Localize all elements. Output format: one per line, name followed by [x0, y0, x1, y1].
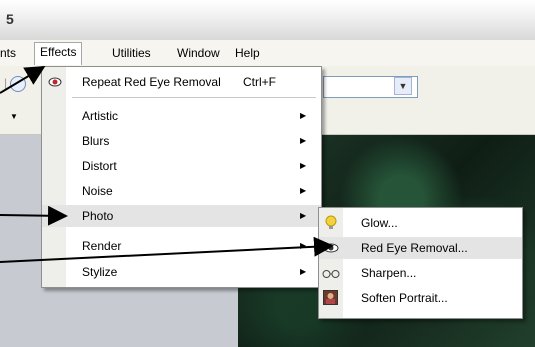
menu-item-help[interactable]: Help — [235, 46, 260, 60]
submenu-arrow-icon: ▶ — [300, 161, 307, 170]
repeat-label: Repeat Red Eye Removal — [82, 75, 221, 89]
submenu-arrow-icon: ▶ — [300, 211, 307, 220]
photo-submenu: Glow... Red Eye Removal... Sharpen... So… — [318, 207, 523, 319]
eye-icon — [323, 242, 339, 257]
menu-label: Red Eye Removal... — [361, 241, 468, 255]
menu-label: Stylize — [82, 265, 118, 279]
menu-label: Photo — [82, 209, 114, 223]
submenu-arrow-icon: ▶ — [300, 111, 307, 120]
menu-label: Distort — [82, 159, 117, 173]
chevron-down-icon[interactable]: ▼ — [394, 77, 412, 95]
menu-item-glow[interactable]: Glow... — [319, 212, 522, 234]
menu-item-repeat[interactable]: Repeat Red Eye Removal Ctrl+F — [42, 71, 321, 93]
menu-item-artistic[interactable]: Artistic ▶ — [42, 105, 321, 127]
menu-label: Render — [82, 239, 122, 253]
submenu-arrow-icon: ▶ — [300, 267, 307, 276]
menu-label: Noise — [82, 184, 113, 198]
menu-label: Glow... — [361, 216, 398, 230]
menu-label: Blurs — [82, 134, 110, 148]
submenu-arrow-icon: ▶ — [300, 136, 307, 145]
menu-item-effects[interactable]: Effects — [34, 42, 83, 65]
submenu-arrow-icon: ▶ — [300, 241, 307, 250]
menu-item-soften-portrait[interactable]: Soften Portrait... — [319, 287, 522, 309]
menu-item-distort[interactable]: Distort ▶ — [42, 155, 321, 177]
menu-item-utilities[interactable]: Utilities — [112, 46, 151, 60]
menu-item-stylize[interactable]: Stylize ▶ — [42, 261, 321, 283]
tool-dropdown-icon[interactable]: ▼ — [10, 112, 18, 121]
window-title: 5 — [6, 11, 14, 27]
submenu-arrow-icon: ▶ — [300, 186, 307, 195]
effects-menu: Repeat Red Eye Removal Ctrl+F Artistic ▶… — [41, 66, 322, 288]
menu-separator — [72, 97, 316, 98]
menu-label: Soften Portrait... — [361, 291, 448, 305]
zoom-icon[interactable] — [10, 76, 26, 92]
menu-bar: nts Effects Utilities Window Help — [0, 40, 535, 66]
menu-label: Artistic — [82, 109, 118, 123]
menu-item-window[interactable]: Window — [177, 46, 220, 60]
repeat-shortcut: Ctrl+F — [243, 75, 276, 89]
toolbar-partial-icon: | — [4, 76, 8, 90]
title-bar: 5 — [0, 0, 535, 41]
lightbulb-icon — [324, 215, 338, 234]
menu-item-photo[interactable]: Photo ▶ — [42, 205, 321, 227]
menu-item-blurs[interactable]: Blurs ▶ — [42, 130, 321, 152]
menu-label: Sharpen... — [361, 266, 417, 280]
menu-item-sharpen[interactable]: Sharpen... — [319, 262, 522, 284]
menu-item-adjustments-partial[interactable]: nts — [0, 46, 16, 60]
menu-item-render[interactable]: Render ▶ — [42, 235, 321, 257]
eye-icon — [48, 76, 62, 91]
menu-item-noise[interactable]: Noise ▶ — [42, 180, 321, 202]
glasses-icon — [322, 268, 340, 282]
menu-item-red-eye-removal[interactable]: Red Eye Removal... — [319, 237, 522, 259]
portrait-icon — [323, 290, 338, 308]
